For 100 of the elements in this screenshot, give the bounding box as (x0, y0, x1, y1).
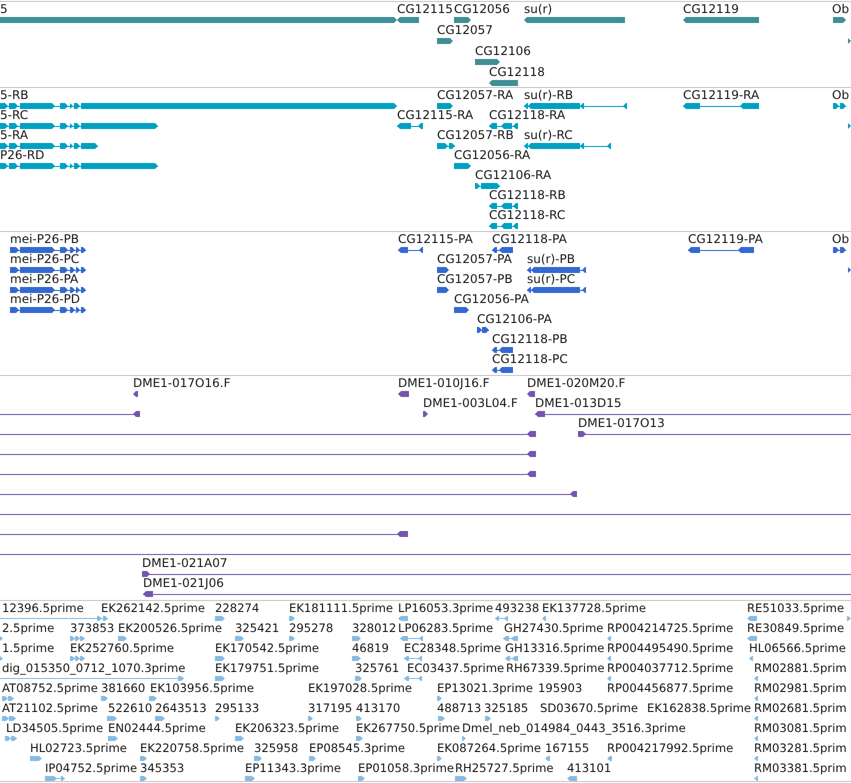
feature-label: 381660 (101, 682, 146, 694)
feature-label: SD03670.5prime (540, 702, 638, 714)
feature-label: 413170 (356, 702, 400, 714)
feature-label: 228274 (215, 602, 260, 614)
feature-label: 295278 (289, 622, 334, 634)
feature-label: EC28348.5prime (404, 642, 502, 654)
feature-label: EK137728.5prime (542, 602, 646, 614)
feature-label: RM03081.5prim (754, 722, 847, 734)
feature-label: EK162838.5prime (647, 702, 752, 714)
feature-label: EK262142.5prime (101, 602, 206, 614)
feature-label: CG12119 (683, 3, 739, 15)
feature-label: su(r) (524, 3, 552, 15)
feature-label: IP04752.5prime (45, 762, 138, 774)
feature-label: EP13021.3prime (437, 682, 534, 694)
feature-label: 5-RB (0, 89, 29, 101)
feature-label: EK197028.5prime (308, 682, 412, 694)
feature-label: RP004037712.5prime (607, 662, 734, 674)
feature-label: 1.5prime (2, 642, 54, 654)
feature-label: 5 (0, 3, 8, 15)
feature-label: CG12115 (397, 3, 453, 15)
feature-label: LD34505.5prime (6, 722, 104, 734)
feature-label: AT08752.5prime (2, 682, 98, 694)
feature-label: RP004217992.5prime (607, 742, 734, 754)
feature-label: RP004214725.5prime (607, 622, 734, 634)
feature-label: 493238 (495, 602, 540, 614)
feature-label: CG12118 (489, 66, 545, 78)
feature-label: DME1-020M20.F (527, 377, 626, 389)
feature-label: DME1-017O13 (578, 417, 665, 429)
feature-label: RE51033.5prime (747, 602, 844, 614)
feature-label: EK206323.5prime (235, 722, 340, 734)
feature-label: mei-P26-PC (10, 253, 80, 265)
feature-label: 295133 (215, 702, 260, 714)
feature-label: su(r)-RB (524, 89, 574, 101)
feature-label: RM03281.5prim (754, 742, 847, 754)
feature-label: 12396.5prime (2, 602, 84, 614)
feature-label: RM02881.5prim (754, 662, 847, 674)
feature-label: 5-RC (0, 109, 28, 121)
feature-label: CG12057-PA (437, 253, 512, 265)
feature-label: CG12115-RA (397, 109, 474, 121)
feature-label: su(r)-RC (524, 129, 573, 141)
feature-label: RM02981.5prim (754, 682, 847, 694)
feature-label: Ob (832, 233, 850, 245)
feature-label: CG12056 (454, 3, 510, 15)
feature-label: CG12118-RB (489, 189, 566, 201)
feature-label: mei-P26-PD (10, 293, 80, 305)
feature-label: EP08545.3prime (309, 742, 406, 754)
feature-label: 46819 (352, 642, 389, 654)
feature-label: CG12118-PA (492, 233, 567, 245)
feature-label: CG12119-PA (688, 233, 763, 245)
feature-label: 5-RA (0, 129, 28, 141)
feature-label: CG12056-PA (454, 293, 529, 305)
feature-label: 413101 (567, 762, 612, 774)
feature-label: 328012 (352, 622, 396, 634)
feature-label: CG12118-PC (492, 353, 568, 365)
feature-label: 488713 (437, 702, 482, 714)
feature-label: CG12106-RA (475, 169, 552, 181)
feature-label: EP01058.3prime (358, 762, 454, 774)
feature-label: 317195 (308, 702, 352, 714)
feature-label: CG12057-PB (437, 273, 513, 285)
feature-label: RM03381.5prim (754, 762, 847, 774)
feature-label: CG12056-RA (454, 149, 530, 161)
feature-label: EK181111.5prime (289, 602, 394, 614)
feature-label: EC03437.5prime (407, 662, 504, 674)
feature-label: EK179751.5prime (215, 662, 320, 674)
feature-label: DME1-013D15 (535, 397, 622, 409)
feature-label: RP004456877.5prime (607, 682, 734, 694)
feature-label: Ob (832, 3, 850, 15)
feature-label: 167155 (545, 742, 590, 754)
feature-label: 2643513 (155, 702, 207, 714)
feature-label: Ob (832, 89, 850, 101)
feature-label: CG12115-PA (398, 233, 473, 245)
feature-label: EN02444.5prime (108, 722, 206, 734)
feature-label: EP11343.3prime (245, 762, 342, 774)
feature-label: 2.5prime (2, 622, 54, 634)
feature-label: CG12106 (475, 45, 531, 57)
feature-label: CG12118-PB (492, 333, 568, 345)
feature-label: 325958 (254, 742, 298, 754)
feature-label: GH13316.5prime (505, 642, 604, 654)
feature-label: CG12057-RB (437, 129, 514, 141)
feature-label: LP16053.3prime (398, 602, 494, 614)
feature-label: DME1-003L04.F (423, 397, 518, 409)
feature-label: mei-P26-PB (10, 233, 80, 245)
feature-label: P26-RD (0, 149, 44, 161)
feature-label: CG12106-PA (477, 313, 552, 325)
feature-label: CG12118-RC (489, 209, 566, 221)
feature-label: DME1-017O16.F (133, 377, 230, 389)
feature-label: 522610 (108, 702, 152, 714)
feature-label: CG12057 (437, 24, 493, 36)
feature-label: HL06566.5prime (749, 642, 846, 654)
feature-label: DME1-021J06 (143, 577, 224, 589)
feature-label: EK103956.5prime (150, 682, 254, 694)
feature-label: CG12118-RA (489, 109, 566, 121)
feature-label: 325421 (235, 622, 280, 634)
feature-label: LP06283.5prime (398, 622, 494, 634)
feature-label: 325761 (355, 662, 400, 674)
feature-label: DME1-021A07 (142, 557, 228, 569)
feature-label: RH67339.5prime (506, 662, 604, 674)
feature-label: HL02723.5prime (30, 742, 127, 754)
feature-label: GH27430.5prime (504, 622, 604, 634)
feature-label: CG12119-RA (683, 89, 760, 101)
